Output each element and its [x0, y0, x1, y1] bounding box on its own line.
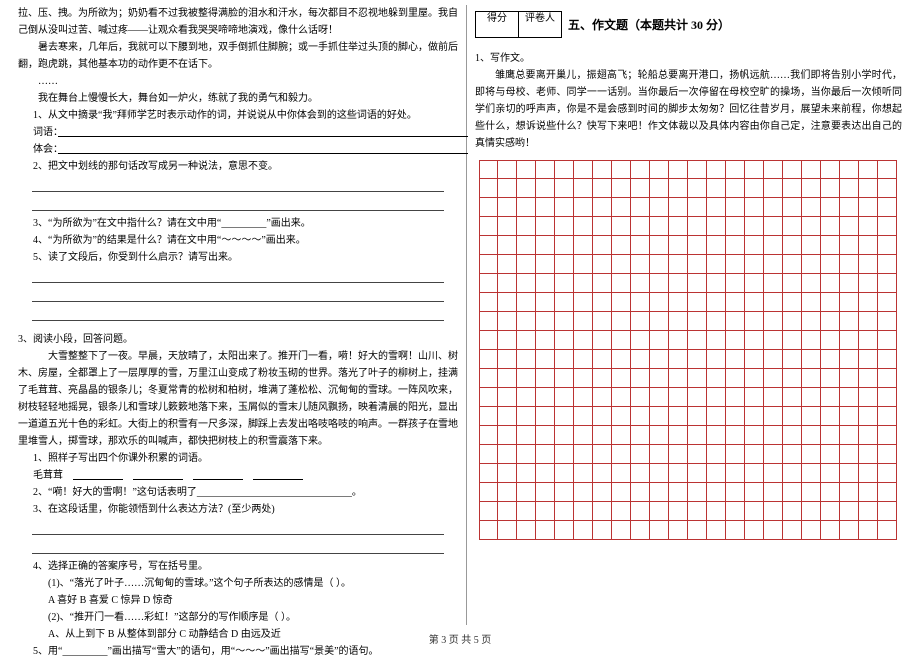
- r-question-3: 3、在这段话里，你能领悟到什么表达方法？(至少两处): [33, 501, 458, 518]
- r-q4-b: (2)、“推开门一看……彩虹！”这部分的写作顺序是（ ）。: [48, 609, 458, 626]
- answer-blank[interactable]: [32, 287, 444, 302]
- essay-grid[interactable]: [479, 160, 898, 540]
- score-cell-grader: 评卷人: [519, 11, 562, 38]
- blank-underline[interactable]: [58, 127, 468, 138]
- r-q4-a-opts: A 喜好 B 喜爱 C 惊异 D 惊奇: [48, 592, 458, 609]
- answer-blank[interactable]: [32, 196, 444, 211]
- answer-blank[interactable]: [32, 539, 444, 554]
- left-column: 拉、压、拽。为所欲为；奶奶看不过我被整得满脸的泪水和汗水，每次都目不忍视地躲到里…: [10, 5, 467, 625]
- question-5: 5、读了文段后，你受到什么启示？请写出来。: [33, 249, 458, 266]
- label-feel: 体会：: [33, 144, 58, 155]
- page-footer: 第 3 页 共 5 页: [0, 631, 920, 646]
- answer-blank[interactable]: [32, 306, 444, 321]
- blank-underline[interactable]: [58, 144, 468, 155]
- section-title: 五、作文题（本题共计 30 分）: [568, 16, 730, 33]
- answer-blank[interactable]: [32, 177, 444, 192]
- r-question-1: 1、照样子写出四个你课外积累的词语。: [33, 450, 458, 467]
- question-3: 3、“为所欲为”在文中指什么？请在文中用“_________”画出来。: [33, 215, 458, 232]
- section-header-row: 得分 评卷人 五、作文题（本题共计 30 分）: [475, 5, 902, 44]
- score-box: 得分 评卷人: [475, 11, 562, 38]
- answer-blank[interactable]: [32, 268, 444, 283]
- passage-line: 拉、压、拽。为所欲为；奶奶看不过我被整得满脸的泪水和汗水，每次都目不忍视地躲到里…: [18, 5, 458, 39]
- blank-underline[interactable]: [193, 470, 243, 481]
- question-1: 1、从文中摘录“我”拜师学艺时表示动作的词，并说说从中你体会到的这些词语的好处。: [33, 107, 458, 124]
- answer-blank[interactable]: [32, 520, 444, 535]
- passage-line: 我在舞台上慢慢长大，舞台如一炉火，练就了我的勇气和毅力。: [18, 90, 458, 107]
- q1-feel-label: 体会：: [33, 141, 458, 158]
- question-2: 2、把文中划线的那句话改写成另一种说法，意思不变。: [33, 158, 458, 175]
- r-q1-example: 毛茸茸: [33, 467, 458, 484]
- score-cell-points: 得分: [475, 11, 519, 38]
- reading-intro: 3、阅读小段，回答问题。: [18, 331, 458, 348]
- writing-label: 1、写作文。: [475, 50, 902, 67]
- passage-line: 暑去寒来，几年后，我就可以下腰到地，双手倒抓住脚腕；或一手抓住举过头顶的脚心，做…: [18, 39, 458, 73]
- question-4: 4、“为所欲为”的结果是什么？请在文中用“～～～～”画出来。: [33, 232, 458, 249]
- r-question-2: 2、“嗬！好大的雪啊！”这句话表明了______________________…: [33, 484, 458, 501]
- r-question-4: 4、选择正确的答案序号，写在括号里。: [33, 558, 458, 575]
- r-q4-a: (1)、“落光了叶子……沉甸甸的雪球。”这个句子所表达的感情是（ ）。: [48, 575, 458, 592]
- label-words: 词语：: [33, 127, 58, 138]
- blank-underline[interactable]: [133, 470, 183, 481]
- right-column: 得分 评卷人 五、作文题（本题共计 30 分） 1、写作文。 雏鹰总要离开巢儿，…: [467, 5, 910, 625]
- example-word: 毛茸茸: [33, 470, 63, 481]
- passage-ellipsis: ……: [18, 73, 458, 90]
- q1-words-label: 词语：: [33, 124, 458, 141]
- blank-underline[interactable]: [73, 470, 123, 481]
- blank-underline[interactable]: [253, 470, 303, 481]
- reading-passage: 大雪整整下了一夜。早晨，天放晴了，太阳出来了。推开门一看，嗬！好大的雪啊！山川、…: [18, 348, 458, 450]
- writing-prompt: 雏鹰总要离开巢儿，振翅高飞；轮船总要离开港口，扬帆远航……我们即将告别小学时代，…: [475, 67, 902, 152]
